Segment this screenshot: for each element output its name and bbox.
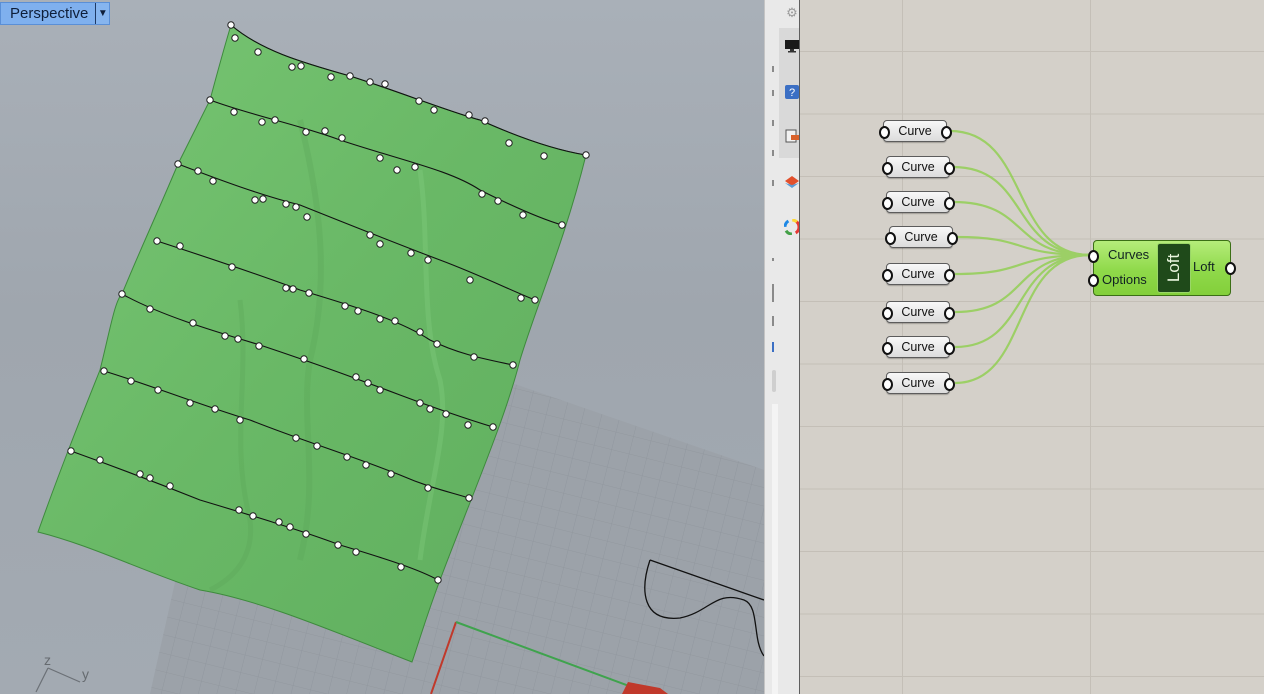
output-grip[interactable] (944, 342, 955, 355)
curve-param-label: Curve (901, 305, 935, 319)
curve-param-label: Curve (898, 124, 932, 138)
loft-input-options[interactable]: Options (1102, 272, 1147, 287)
strip-tick (772, 120, 774, 126)
curve-param-label: Curve (901, 160, 935, 174)
input-grip[interactable] (882, 162, 893, 175)
curve-param[interactable]: Curve (885, 226, 958, 248)
strip-tick (772, 180, 774, 186)
output-grip[interactable] (944, 307, 955, 320)
loft-output-loft[interactable]: Loft (1193, 259, 1215, 274)
axis-gizmo (35, 667, 81, 693)
input-grip[interactable] (882, 307, 893, 320)
wire (952, 165, 1091, 257)
axis-y-label: y (82, 666, 89, 682)
curve-param[interactable]: Curve (882, 336, 955, 358)
output-grip[interactable] (947, 232, 958, 245)
strip-scroll-track[interactable] (772, 404, 778, 694)
curve-param[interactable]: Curve (882, 301, 955, 323)
wire (954, 253, 1091, 349)
input-grip[interactable] (885, 232, 896, 245)
input-grip[interactable] (882, 269, 893, 282)
input-grip[interactable] (882, 197, 893, 210)
viewport-menu-dropdown[interactable]: ▼ (95, 3, 110, 24)
loft-component[interactable]: Curves Options Loft Loft (1088, 240, 1236, 296)
output-grip[interactable] (944, 269, 955, 282)
grasshopper-canvas[interactable]: Curve Curve Curve Curve Curve Curve Curv… (800, 0, 1264, 694)
loft-component-title[interactable]: Loft (1157, 243, 1191, 293)
input-grip[interactable] (882, 378, 893, 391)
loft-input-curves[interactable]: Curves (1108, 247, 1149, 262)
strip-tick (772, 66, 774, 72)
curve-param-label: Curve (901, 376, 935, 390)
strip-tick (772, 258, 774, 261)
viewport-title-tab[interactable]: Perspective ▼ (0, 2, 111, 25)
input-grip[interactable] (879, 126, 890, 139)
strip-tick (772, 150, 774, 156)
chevron-down-icon: ▼ (97, 8, 108, 19)
curve-param[interactable]: Curve (882, 191, 955, 213)
strip-tick (772, 342, 774, 352)
loft-title-label: Loft (1163, 253, 1183, 283)
curve-param[interactable]: Curve (882, 156, 955, 178)
curve-param[interactable]: Curve (882, 263, 955, 285)
strip-tick (772, 370, 776, 392)
axis-z-label: z (44, 652, 51, 668)
grasshopper-side-strip: ⚙ ? (764, 0, 802, 694)
input-grip[interactable] (882, 342, 893, 355)
output-grip[interactable] (941, 126, 952, 139)
curve-param-label: Curve (901, 340, 935, 354)
strip-tick (772, 90, 774, 96)
output-grip[interactable] (944, 162, 955, 175)
viewport-scene[interactable] (0, 0, 764, 694)
loft-input-grip-options[interactable] (1088, 274, 1099, 287)
curve-param-label: Curve (901, 267, 935, 281)
curve-param-label: Curve (904, 230, 938, 244)
loft-input-grip-curves[interactable] (1088, 250, 1099, 263)
loft-output-grip[interactable] (1225, 262, 1236, 275)
output-grip[interactable] (944, 197, 955, 210)
wires (949, 129, 1091, 385)
rhino-perspective-viewport[interactable]: Perspective ▼ z y (0, 0, 764, 694)
curve-param[interactable]: Curve (879, 120, 952, 142)
svg-text:?: ? (789, 87, 795, 99)
curve-param-label: Curve (901, 195, 935, 209)
output-grip[interactable] (944, 378, 955, 391)
curve-param[interactable]: Curve (882, 372, 955, 394)
strip-tick (772, 316, 774, 326)
viewport-title[interactable]: Perspective (1, 3, 95, 24)
strip-tick (772, 284, 774, 302)
